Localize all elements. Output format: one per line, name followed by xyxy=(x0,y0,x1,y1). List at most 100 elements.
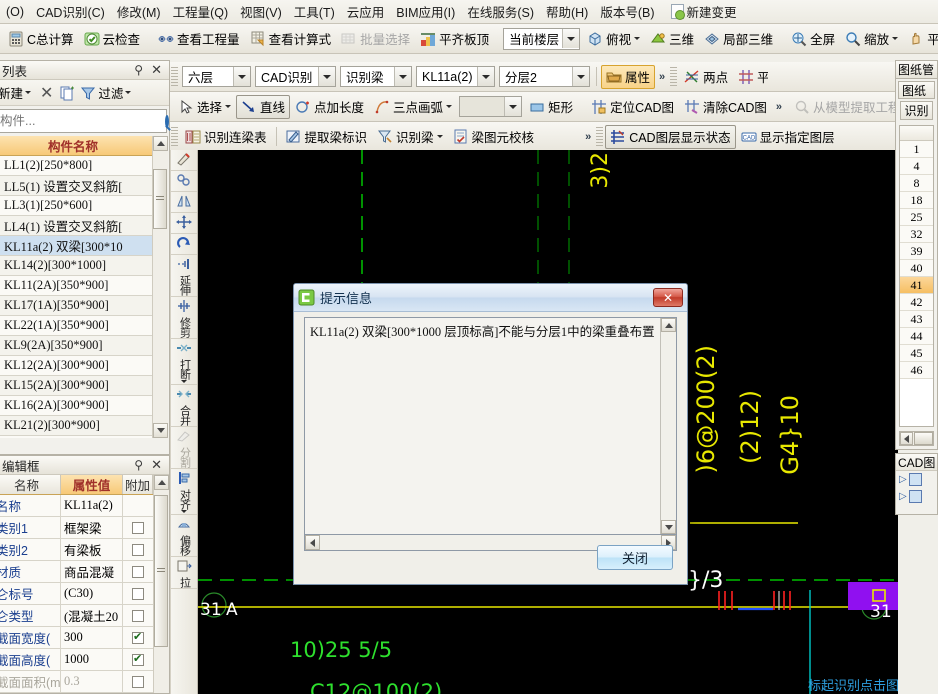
list-item[interactable]: KL22(1A)[350*900] xyxy=(0,316,152,336)
vtool-move[interactable] xyxy=(171,213,197,234)
menu-item-modify[interactable]: 修改(M) xyxy=(111,0,167,24)
scroll-thumb[interactable] xyxy=(153,169,167,229)
list-item[interactable]: LL1(2)[250*800] xyxy=(0,156,152,176)
chevron-down-icon[interactable] xyxy=(634,37,641,40)
layer-combo[interactable]: 分层2 xyxy=(499,66,590,87)
cad-recognize-combo[interactable]: CAD识别 xyxy=(255,66,336,87)
list-item[interactable]: KL16(2A)[300*900] xyxy=(0,396,152,416)
recognize-beam-combo[interactable]: 识别梁 xyxy=(340,66,412,87)
component-list-scrollbar[interactable] xyxy=(152,136,168,438)
vtool-chain[interactable] xyxy=(171,171,197,192)
drawing-number-item[interactable]: 42 xyxy=(900,294,933,311)
menu-item-help[interactable]: 帮助(H) xyxy=(540,0,594,24)
menu-item-view[interactable]: 视图(V) xyxy=(234,0,288,24)
dialog-scroll-down-button[interactable] xyxy=(661,520,676,534)
chevron-down-icon[interactable] xyxy=(233,67,250,86)
menu-item-0[interactable]: (O) xyxy=(0,2,30,22)
menu-item-cloud-app[interactable]: 云应用 xyxy=(341,0,391,24)
hscroll-thumb[interactable] xyxy=(914,432,933,445)
scroll-down-button[interactable] xyxy=(153,423,168,438)
table-row[interactable]: 仑类型(混凝土20 xyxy=(0,605,153,627)
prop-value-cell[interactable]: 有梁板 xyxy=(61,539,123,560)
layer-swatch[interactable] xyxy=(908,473,922,486)
vtool-stretch[interactable]: 拉 xyxy=(171,557,197,589)
list-item[interactable]: KL17(1A)[350*900] xyxy=(0,296,152,316)
current-floor-combo[interactable]: 当前楼层 xyxy=(503,27,581,50)
vtool-extend[interactable]: 延伸 xyxy=(171,255,197,297)
chevron-down-icon[interactable] xyxy=(477,67,494,86)
prop-extra-cell[interactable] xyxy=(123,627,153,648)
prop-extra-cell[interactable] xyxy=(123,583,153,604)
cloud-check-button[interactable]: 云检查 xyxy=(79,27,146,51)
list-item[interactable]: KL15(2A)[300*900] xyxy=(0,376,152,396)
list-item[interactable]: KL14(2)[300*1000] xyxy=(0,256,152,276)
menu-item-cad-recognize[interactable]: CAD识别(C) xyxy=(30,0,111,24)
chevron-down-icon[interactable] xyxy=(318,67,335,86)
vtool-trim[interactable]: 修剪 xyxy=(171,297,197,339)
chevron-down-icon[interactable] xyxy=(181,510,187,513)
chevron-down-icon[interactable] xyxy=(504,97,522,116)
menu-item-online-service[interactable]: 在线服务(S) xyxy=(461,0,540,24)
vtool-merge[interactable]: 合并 xyxy=(171,385,197,427)
recognize-beam-table-button[interactable]: 识别连梁表 xyxy=(180,125,272,149)
dialog-vscroll[interactable] xyxy=(660,318,676,534)
floor-combo[interactable]: 六层 xyxy=(182,66,251,87)
point-length-button[interactable]: 点加长度 xyxy=(290,95,369,119)
chevron-down-icon[interactable] xyxy=(572,67,589,86)
property-scrollbar[interactable] xyxy=(153,475,169,693)
fullscreen-button[interactable]: 全屏 xyxy=(786,27,840,51)
drawing-number-item[interactable]: 40 xyxy=(900,260,933,277)
chevron-down-icon[interactable] xyxy=(394,67,411,86)
pin-icon[interactable]: ⚲ xyxy=(130,458,147,472)
three-d-button[interactable]: 三维 xyxy=(645,27,699,51)
chevron-down-icon[interactable] xyxy=(25,91,32,94)
close-icon[interactable]: ✕ xyxy=(147,62,166,78)
rect-tool-button[interactable]: 矩形 xyxy=(524,95,578,119)
prop-checkbox[interactable] xyxy=(132,587,144,600)
view-quantity-button[interactable]: 查看工程量 xyxy=(153,27,245,51)
chevron-down-icon[interactable] xyxy=(225,105,232,108)
drawing-list-hscroll[interactable] xyxy=(899,431,934,446)
line-tool-button[interactable]: 直线 xyxy=(236,94,291,119)
prop-extra-cell[interactable] xyxy=(123,671,153,692)
row5b-grip[interactable] xyxy=(596,126,604,147)
prop-value-cell[interactable]: (C30) xyxy=(61,583,123,604)
prop-checkbox[interactable] xyxy=(132,609,144,622)
drawing-number-item[interactable]: 39 xyxy=(900,243,933,260)
new-component-button[interactable]: 新建 xyxy=(0,82,34,103)
dialog-scroll-left-button[interactable] xyxy=(305,535,320,550)
show-layer-button[interactable]: CAD 显示指定图层 xyxy=(736,125,840,149)
vtool-rotate[interactable] xyxy=(171,234,197,255)
prop-extra-cell[interactable] xyxy=(123,517,153,538)
beam-check-button[interactable]: 梁图元校核 xyxy=(448,125,540,149)
row3-grip[interactable] xyxy=(171,66,178,87)
chevron-down-icon[interactable] xyxy=(181,380,187,383)
row5-overflow-button[interactable]: » xyxy=(581,131,595,143)
row3b-grip[interactable] xyxy=(670,66,678,87)
batch-select-button[interactable]: 批量选择 xyxy=(336,27,415,51)
vtool-mirror[interactable] xyxy=(171,192,197,213)
extract-beam-mark-button[interactable]: 提取梁标识 xyxy=(281,125,373,149)
prop-extra-cell[interactable] xyxy=(123,649,153,670)
row5-grip[interactable] xyxy=(171,126,178,147)
prop-checkbox[interactable] xyxy=(132,675,144,688)
search-input[interactable] xyxy=(0,111,165,131)
table-row[interactable]: 名称KL11a(2) xyxy=(0,495,153,517)
drawing-number-item[interactable]: 45 xyxy=(900,345,933,362)
table-row[interactable]: 类别1框架梁 xyxy=(0,517,153,539)
drawing-number-list[interactable]: 1 4 8 18 25 32 39 40 41 42 43 44 45 46 xyxy=(900,141,933,379)
chevron-down-icon[interactable] xyxy=(125,91,132,94)
drawing-number-item[interactable]: 18 xyxy=(900,192,933,209)
prop-value-cell[interactable]: 1000 xyxy=(61,649,123,670)
prop-scroll-up-button[interactable] xyxy=(154,475,169,490)
drawing-tab[interactable]: 图纸 xyxy=(898,81,935,99)
drawing-number-item[interactable]: 46 xyxy=(900,362,933,379)
recognize-beam-button[interactable]: 识别梁 xyxy=(372,125,448,149)
prop-extra-cell[interactable] xyxy=(123,495,153,516)
vtool-split[interactable]: 分割 xyxy=(171,427,197,469)
total-calc-button[interactable]: C总计算 xyxy=(3,27,79,51)
pin-icon[interactable]: ⚲ xyxy=(130,63,147,77)
filter-button[interactable]: 过滤 xyxy=(77,82,134,103)
dialog-titlebar[interactable]: 提示信息 ✕ xyxy=(294,284,687,312)
attribute-button[interactable]: 属性 xyxy=(601,64,656,89)
